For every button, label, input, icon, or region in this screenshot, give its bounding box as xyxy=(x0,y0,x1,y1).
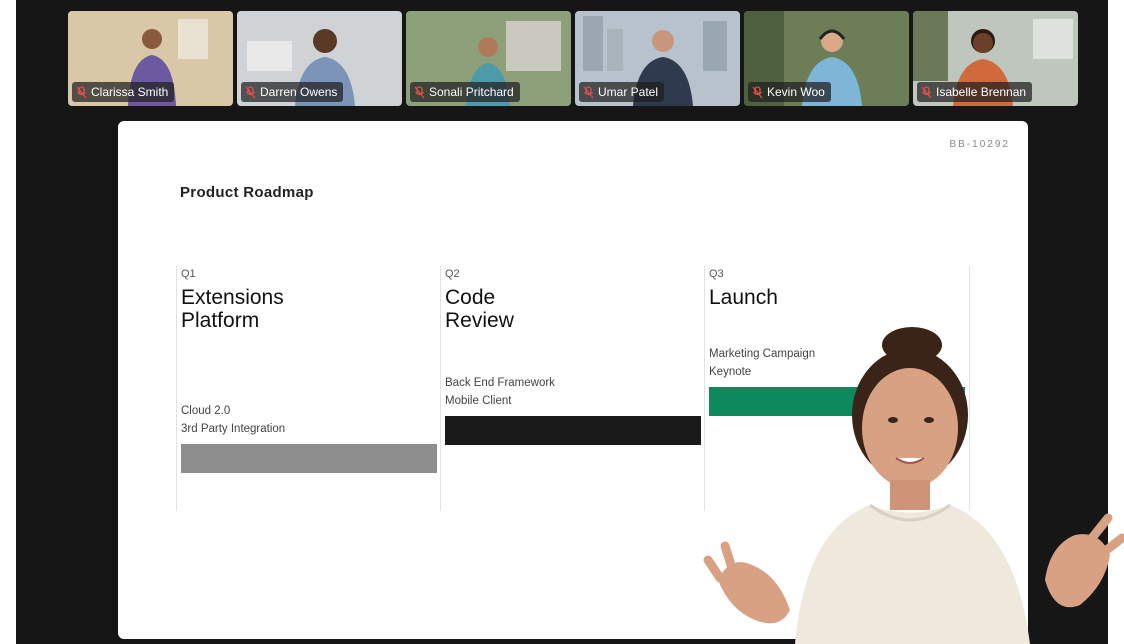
muted-mic-icon xyxy=(245,85,256,98)
column-heading-line: Code xyxy=(445,286,496,309)
muted-mic-icon xyxy=(752,85,763,98)
slide-id: BB-10292 xyxy=(949,139,1010,150)
slide-title: Product Roadmap xyxy=(180,184,314,201)
column-item: Cloud 2.0 xyxy=(181,405,231,417)
participant-tile[interactable]: Clarissa Smith xyxy=(68,11,233,106)
column-heading-line: Platform xyxy=(181,309,260,332)
participant-name: Umar Patel xyxy=(598,85,659,99)
participant-strip: Clarissa Smith Darren Owens Sonali Pritc… xyxy=(68,11,1080,106)
participant-name-chip: Clarissa Smith xyxy=(72,82,175,102)
column-heading-line: Launch xyxy=(709,286,778,309)
participant-name: Isabelle Brennan xyxy=(936,85,1027,99)
roadmap-column: Q1 Extensions Platform Cloud 2.0 3rd Par… xyxy=(176,266,441,511)
participant-name: Darren Owens xyxy=(260,85,338,99)
column-item: Mobile Client xyxy=(445,395,512,407)
participant-name: Clarissa Smith xyxy=(91,85,169,99)
participant-tile[interactable]: Kevin Woo xyxy=(744,11,909,106)
column-heading: Code Review xyxy=(445,286,685,332)
quarter-label: Q2 xyxy=(445,268,460,280)
muted-mic-icon xyxy=(76,85,87,98)
participant-name-chip: Sonali Pritchard xyxy=(410,82,520,102)
participant-name-chip: Umar Patel xyxy=(579,82,665,102)
participant-tile[interactable]: Isabelle Brennan xyxy=(913,11,1078,106)
column-heading-line: Extensions xyxy=(181,286,284,309)
column-heading-line: Review xyxy=(445,309,514,332)
column-item: Back End Framework xyxy=(445,377,555,389)
participant-name-chip: Isabelle Brennan xyxy=(917,82,1033,102)
participant-name: Kevin Woo xyxy=(767,85,825,99)
column-item: 3rd Party Integration xyxy=(181,423,286,435)
participant-name-chip: Kevin Woo xyxy=(748,82,831,102)
participant-name-chip: Darren Owens xyxy=(241,82,344,102)
roadmap-column: Q2 Code Review Back End Framework Mobile… xyxy=(440,266,705,511)
participant-tile[interactable]: Sonali Pritchard xyxy=(406,11,571,106)
column-items: Cloud 2.0 3rd Party Integration xyxy=(181,402,285,438)
column-heading: Launch xyxy=(709,286,949,309)
column-items: Back End Framework Mobile Client xyxy=(445,374,555,410)
participant-tile[interactable]: Umar Patel xyxy=(575,11,740,106)
muted-mic-icon xyxy=(414,85,425,98)
muted-mic-icon xyxy=(921,85,932,98)
participant-tile[interactable]: Darren Owens xyxy=(237,11,402,106)
quarter-label: Q1 xyxy=(181,268,196,280)
participant-name: Sonali Pritchard xyxy=(429,85,514,99)
timeline-bar xyxy=(181,444,437,473)
muted-mic-icon xyxy=(583,85,594,98)
presenter-video-overlay xyxy=(703,327,1124,644)
column-heading: Extensions Platform xyxy=(181,286,421,332)
quarter-label: Q3 xyxy=(709,268,724,280)
timeline-bar xyxy=(445,416,701,445)
